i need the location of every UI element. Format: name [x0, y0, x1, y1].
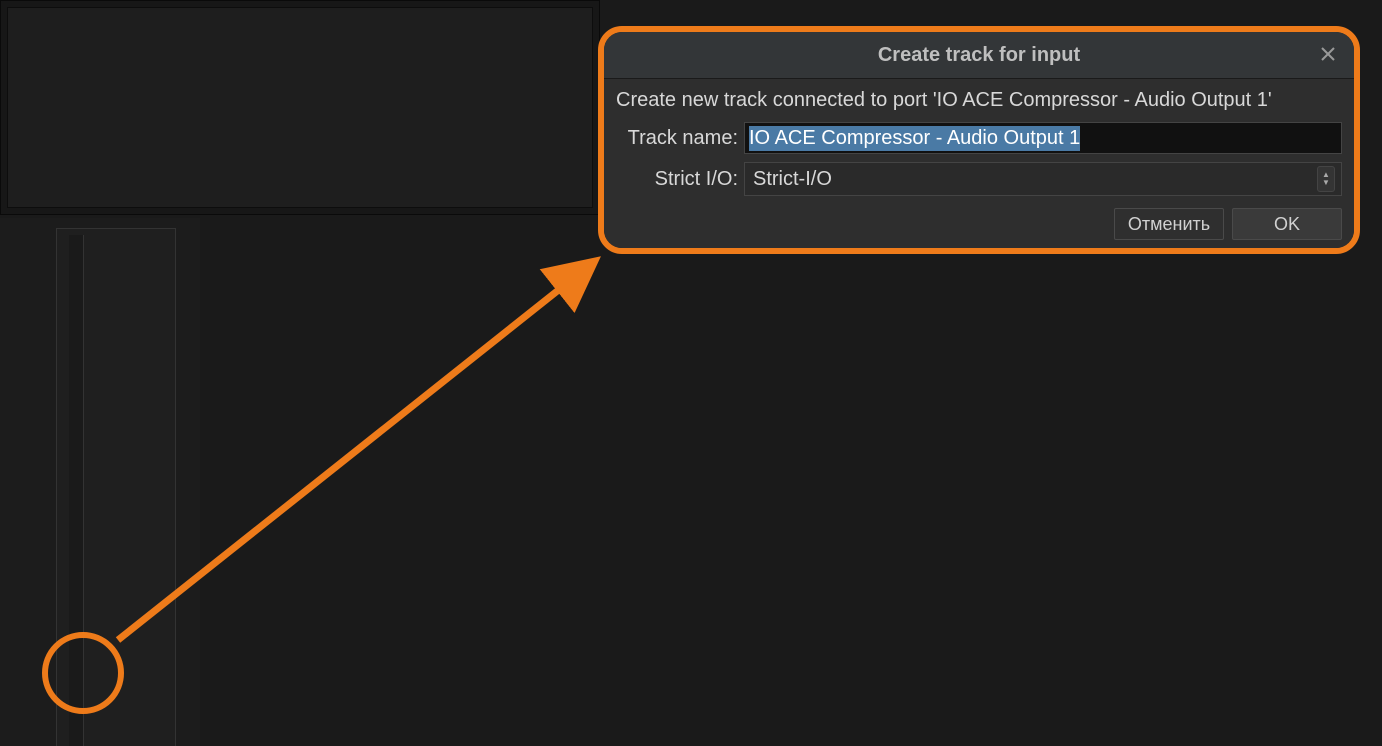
- editor-panel: [0, 0, 600, 215]
- ok-button-label: OK: [1274, 214, 1300, 235]
- dialog-body: Create new track connected to port 'IO A…: [604, 79, 1354, 248]
- dialog-titlebar[interactable]: Create track for input: [604, 32, 1354, 79]
- strict-io-row: Strict I/O: Strict-I/O ▲▼: [616, 162, 1342, 196]
- cancel-button-label: Отменить: [1128, 214, 1210, 235]
- ok-button[interactable]: OK: [1232, 208, 1342, 240]
- track-name-input[interactable]: IO ACE Compressor - Audio Output 1: [744, 122, 1342, 154]
- channel-strip-area: I/O Plugin Audio 1 (none) + PFL IO A…put…: [0, 218, 200, 746]
- dialog-title: Create track for input: [604, 44, 1354, 67]
- track-name-value: IO ACE Compressor - Audio Output 1: [749, 126, 1080, 151]
- strict-io-value: Strict-I/O: [753, 168, 832, 191]
- close-icon[interactable]: [1314, 40, 1342, 68]
- create-track-dialog: Create track for input Create new track …: [604, 32, 1354, 248]
- cancel-button[interactable]: Отменить: [1114, 208, 1224, 240]
- channel-meter: [56, 228, 176, 746]
- strict-io-select[interactable]: Strict-I/O ▲▼: [744, 162, 1342, 196]
- dialog-annotation-outline: Create track for input Create new track …: [598, 26, 1360, 254]
- track-name-label: Track name:: [616, 127, 744, 150]
- dialog-description: Create new track connected to port 'IO A…: [616, 89, 1342, 112]
- chevron-updown-icon: ▲▼: [1317, 166, 1335, 192]
- editor-inner: [7, 7, 593, 208]
- track-name-row: Track name: IO ACE Compressor - Audio Ou…: [616, 122, 1342, 154]
- dialog-button-row: Отменить OK: [616, 204, 1342, 240]
- meter-strip: [69, 235, 84, 746]
- strict-io-label: Strict I/O:: [616, 168, 744, 191]
